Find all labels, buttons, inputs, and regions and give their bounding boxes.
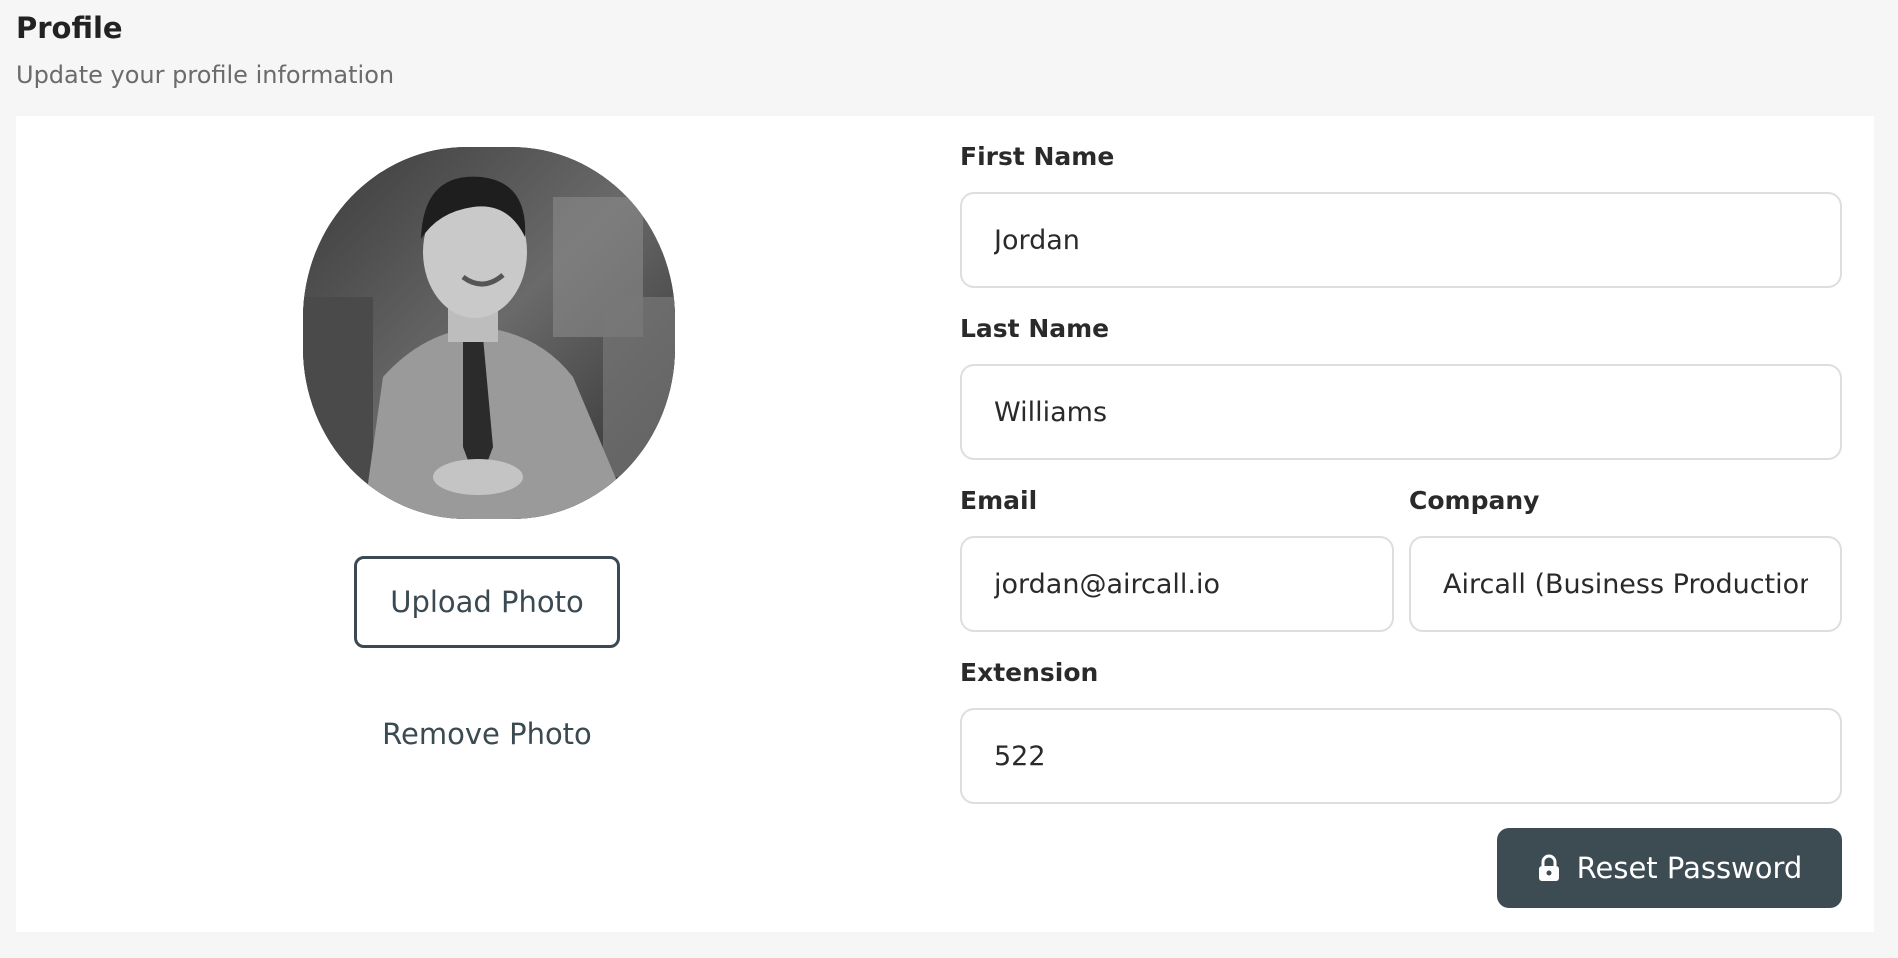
extension-field[interactable] [960, 708, 1842, 804]
reset-password-label: Reset Password [1576, 851, 1803, 885]
extension-label: Extension [960, 658, 1099, 687]
profile-card: Upload Photo Remove Photo First Name Las… [16, 116, 1874, 932]
first-name-label: First Name [960, 142, 1115, 171]
last-name-field[interactable] [960, 364, 1842, 460]
page-subtitle: Update your profile information [16, 61, 395, 89]
email-label: Email [960, 486, 1038, 515]
page-header: Profile Update your profile information [16, 8, 394, 92]
profile-form: First Name Last Name Email Company Exten… [960, 116, 1860, 932]
profile-photo [303, 147, 675, 519]
photo-section: Upload Photo Remove Photo [16, 116, 960, 932]
reset-password-button[interactable]: Reset Password [1497, 828, 1842, 908]
page-title: Profile [16, 11, 123, 45]
last-name-label: Last Name [960, 314, 1110, 343]
avatar [303, 147, 675, 519]
first-name-field[interactable] [960, 192, 1842, 288]
upload-photo-button[interactable]: Upload Photo [354, 556, 620, 648]
email-field[interactable] [960, 536, 1394, 632]
remove-photo-button[interactable]: Remove Photo [354, 704, 620, 764]
company-field[interactable] [1409, 536, 1842, 632]
company-label: Company [1409, 486, 1540, 515]
lock-icon [1538, 854, 1559, 881]
